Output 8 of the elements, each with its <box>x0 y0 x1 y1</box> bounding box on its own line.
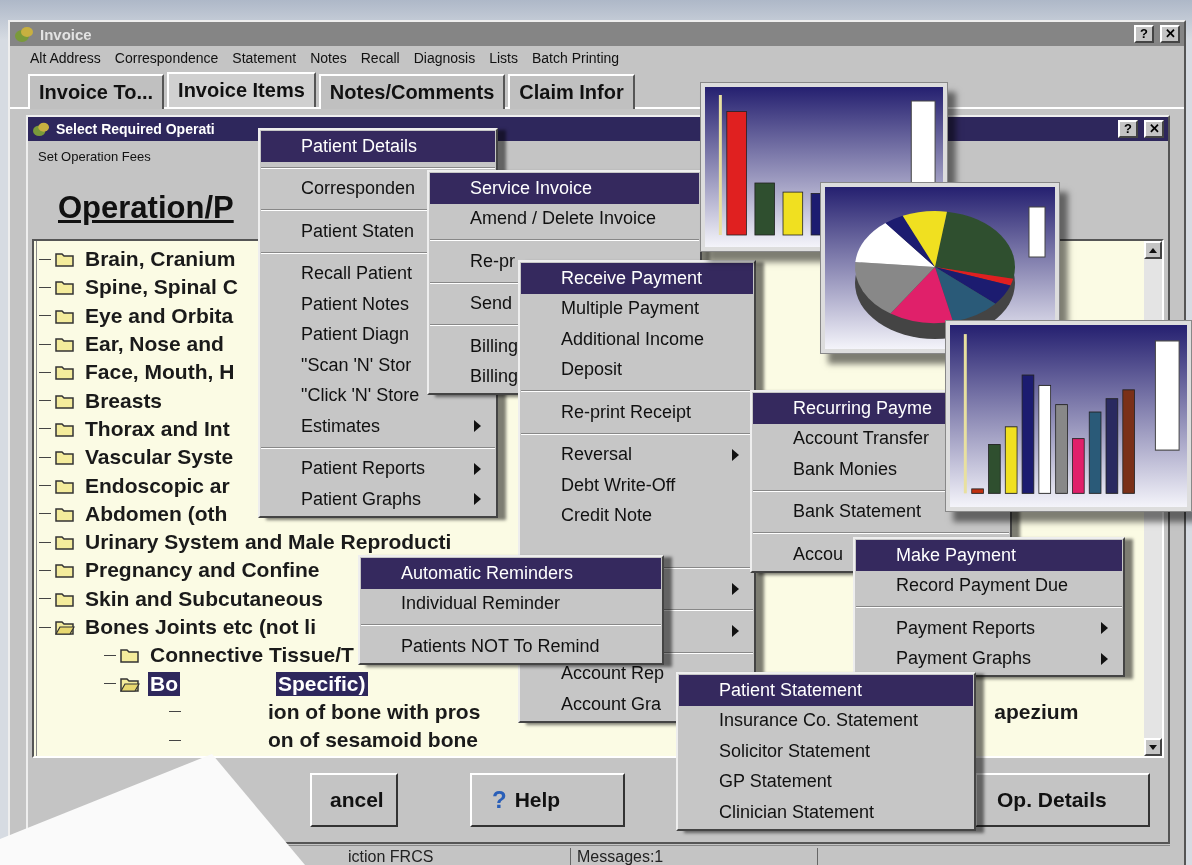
dialog-title: Select Required Operati <box>56 121 216 137</box>
help-icon: ? <box>492 786 507 814</box>
status-text: iction FRCS <box>342 848 571 865</box>
window-title: Invoice <box>40 25 93 43</box>
section-heading: Operation/P <box>57 189 234 227</box>
status-text: Messages:1 <box>571 848 818 865</box>
tree-item-text: apezium <box>993 699 1080 724</box>
tree-item-text: Specific) <box>276 671 368 696</box>
